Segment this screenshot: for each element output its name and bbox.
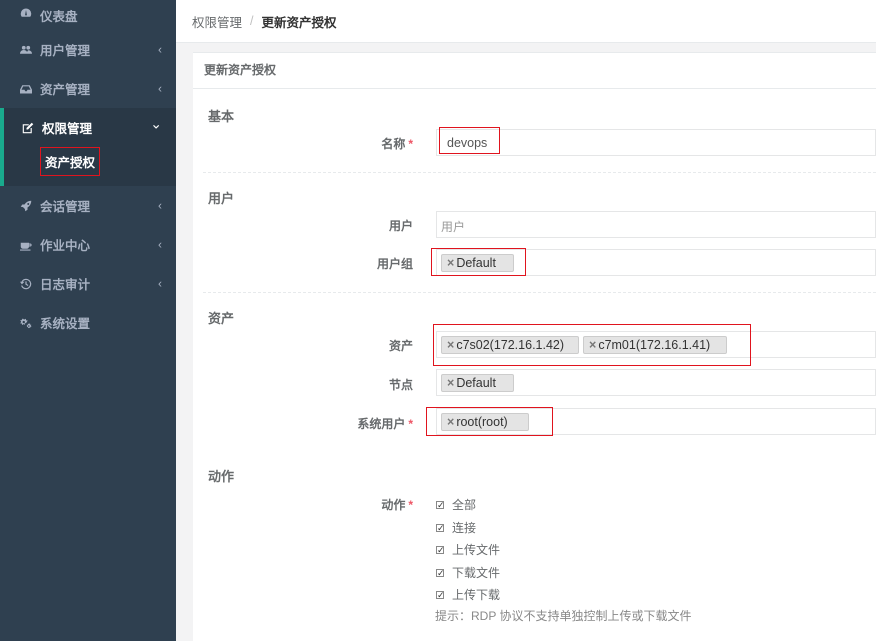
sidebar-item-label: 权限管理 — [42, 122, 93, 136]
checkbox-checked[interactable]: ✓ — [436, 568, 445, 577]
divider — [203, 172, 876, 173]
chevron-down-icon: ⌄ — [150, 114, 162, 131]
tag-remove-icon[interactable]: × — [589, 338, 596, 352]
form-panel: 更新资产授权 基本 名称 * devops 用户 用户 用户 用户组 × Defau… — [193, 52, 876, 641]
inbox-icon — [19, 82, 33, 96]
action-label: 动作 * — [381, 498, 413, 512]
sidebar-item-dashboard[interactable]: 仪表盘 — [0, 0, 176, 30]
history-icon — [19, 277, 33, 291]
required-mark: * — [408, 137, 413, 151]
user-select[interactable]: 用户 — [436, 211, 876, 238]
sidebar-item-settings[interactable]: 系统设置 — [0, 303, 176, 342]
action-option-upload[interactable]: ✓ 上传文件 — [436, 541, 500, 558]
sidebar-item-label: 会话管理 — [40, 200, 91, 214]
required-mark: * — [408, 498, 413, 512]
action-hint: 提示：RDP 协议不支持单独控制上传或下载文件 — [435, 609, 692, 623]
system-user-select[interactable]: × root(root) — [436, 408, 876, 435]
sidebar-item-label: 资产管理 — [40, 83, 91, 97]
name-label: 名称 * — [381, 137, 413, 151]
section-actions-title: 动作 — [208, 469, 235, 484]
sidebar-item-audit-logs[interactable]: 日志审计 ‹ — [0, 264, 176, 303]
chevron-left-icon: ‹ — [158, 275, 162, 290]
sidebar-item-label: 日志审计 — [40, 278, 91, 292]
users-icon — [19, 43, 33, 57]
sidebar-item-label: 仪表盘 — [40, 10, 78, 24]
selected-tag: × Default — [441, 374, 514, 392]
user-group-select[interactable]: × Default — [436, 249, 876, 276]
user-group-label: 用户组 — [376, 257, 413, 271]
selected-tag: × c7m01(172.16.1.41) — [583, 336, 727, 354]
tag-remove-icon[interactable]: × — [447, 415, 454, 429]
sidebar-item-label: 系统设置 — [40, 317, 91, 331]
sidebar-item-sessions[interactable]: 会话管理 ‹ — [0, 186, 176, 225]
sidebar-item-permissions[interactable]: 权限管理 ⌄ — [4, 108, 176, 147]
section-users-title: 用户 — [208, 191, 235, 206]
coffee-icon — [19, 238, 33, 252]
chevron-left-icon: ‹ — [158, 41, 162, 56]
section-basic-title: 基本 — [208, 109, 235, 124]
divider — [203, 292, 876, 293]
edit-icon — [21, 121, 35, 135]
action-option-connect[interactable]: ✓ 连接 — [436, 519, 476, 536]
sidebar-item-assets[interactable]: 资产管理 ‹ — [0, 69, 176, 108]
dashboard-icon — [19, 6, 33, 20]
tag-remove-icon[interactable]: × — [447, 338, 454, 352]
sidebar-group-permissions: 权限管理 ⌄ 资产授权 — [0, 108, 176, 186]
name-field-value: devops — [447, 136, 488, 150]
checkbox-checked[interactable]: ✓ — [436, 523, 445, 532]
sidebar-item-jobs[interactable]: 作业中心 ‹ — [0, 225, 176, 264]
sidebar: 仪表盘 用户管理 ‹ 资产管理 ‹ 权限管理 ⌄ 资产授权 会话管理 ‹ 作业中… — [0, 0, 176, 641]
section-assets-title: 资产 — [208, 311, 235, 326]
breadcrumb-current: 更新资产授权 — [261, 15, 337, 30]
checkbox-checked[interactable]: ✓ — [436, 545, 445, 554]
chevron-left-icon: ‹ — [158, 236, 162, 251]
asset-select[interactable]: × c7s02(172.16.1.42) × c7m01(172.16.1.41) — [436, 331, 876, 358]
name-field[interactable]: devops — [436, 129, 876, 156]
sidebar-item-users[interactable]: 用户管理 ‹ — [0, 30, 176, 69]
page-title: 更新资产授权 — [193, 53, 876, 89]
node-label: 节点 — [388, 378, 413, 392]
required-mark: * — [408, 417, 413, 431]
tag-remove-icon[interactable]: × — [447, 256, 454, 270]
action-option-download[interactable]: ✓ 下载文件 — [436, 564, 500, 581]
breadcrumb: 权限管理 / 更新资产授权 — [176, 0, 876, 43]
chevron-left-icon: ‹ — [158, 197, 162, 212]
user-label: 用户 — [388, 219, 413, 233]
action-option-all[interactable]: ✓ 全部 — [436, 496, 476, 513]
tag-remove-icon[interactable]: × — [447, 376, 454, 390]
selected-tag: × c7s02(172.16.1.42) — [441, 336, 579, 354]
sidebar-subitem-asset-permission[interactable]: 资产授权 — [40, 147, 101, 176]
user-select-placeholder: 用户 — [441, 220, 466, 234]
system-user-label: 系统用户 * — [357, 417, 413, 431]
selected-tag: × root(root) — [441, 413, 529, 431]
checkbox-checked[interactable]: ✓ — [436, 500, 445, 509]
sidebar-item-label: 作业中心 — [40, 239, 91, 253]
selected-tag: × Default — [441, 254, 514, 272]
breadcrumb-separator: / — [250, 14, 254, 28]
node-select[interactable]: × Default — [436, 369, 876, 396]
action-option-updownload[interactable]: ✓ 上传下载 — [436, 586, 500, 603]
breadcrumb-parent[interactable]: 权限管理 — [192, 12, 242, 31]
checkbox-checked[interactable]: ✓ — [436, 590, 445, 599]
chevron-left-icon: ‹ — [158, 80, 162, 95]
cogs-icon — [19, 316, 33, 330]
sidebar-item-label: 用户管理 — [40, 44, 91, 58]
asset-label: 资产 — [388, 339, 413, 353]
rocket-icon — [19, 199, 33, 213]
